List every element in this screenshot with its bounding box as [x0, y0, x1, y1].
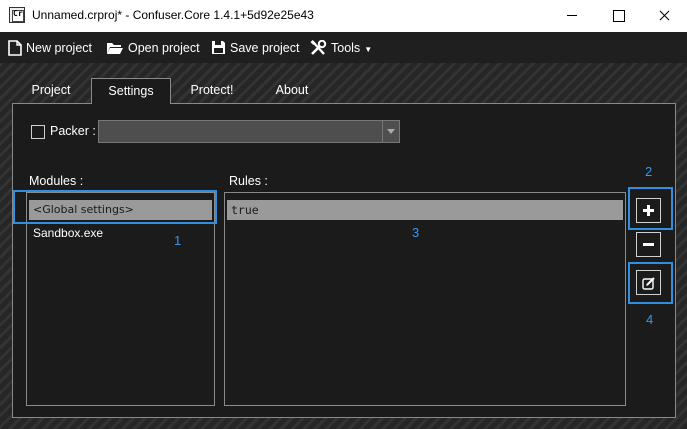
maximize-button[interactable] [595, 0, 641, 32]
annotation-number: 2 [645, 164, 653, 179]
annotation-number: 1 [174, 233, 182, 248]
save-disk-icon [212, 41, 225, 54]
new-project-button[interactable]: New project [8, 32, 92, 63]
dropdown-arrow-icon[interactable] [382, 121, 399, 142]
save-project-button[interactable]: Save project [211, 32, 299, 63]
annotation-number: 3 [412, 225, 420, 240]
tab-protect[interactable]: Protect! [172, 78, 252, 103]
tab-project[interactable]: Project [12, 78, 90, 103]
new-project-label: New project [26, 40, 92, 55]
packer-dropdown[interactable] [98, 120, 400, 143]
remove-rule-button[interactable] [636, 232, 661, 257]
modules-label: Modules : [29, 174, 84, 188]
packer-checkbox[interactable] [31, 125, 45, 139]
close-button[interactable] [641, 0, 687, 32]
tools-icon [310, 39, 327, 55]
tools-caret-icon: ▼ [364, 44, 373, 54]
annotation-box-modules [13, 190, 217, 224]
list-item[interactable]: true [227, 200, 623, 220]
title-bar: Cr Unnamed.crproj* - Confuser.Core 1.4.1… [0, 0, 687, 32]
app-icon-text: Cr [13, 9, 23, 18]
modules-list[interactable]: <Global settings> Sandbox.exe [26, 192, 215, 406]
new-file-icon [8, 39, 22, 56]
settings-panel: Packer : Modules : Rules : <Global setti… [12, 103, 676, 418]
tools-menu[interactable]: Tools ▼ [310, 32, 372, 63]
packer-label: Packer : [50, 124, 96, 138]
list-item[interactable]: Sandbox.exe [29, 223, 212, 243]
open-project-label: Open project [128, 40, 200, 55]
toolbar: New project Open project Save project To… [0, 32, 687, 63]
window-title: Unnamed.crproj* - Confuser.Core 1.4.1+5d… [32, 8, 314, 22]
annotation-box-edit [628, 262, 673, 304]
open-project-button[interactable]: Open project [106, 32, 200, 63]
rules-label: Rules : [229, 174, 268, 188]
annotation-box-add [628, 187, 673, 230]
rules-list[interactable]: true [224, 192, 626, 406]
minimize-button[interactable] [549, 0, 595, 32]
tools-label: Tools [331, 40, 361, 55]
save-project-label: Save project [230, 40, 300, 55]
annotation-number: 4 [646, 312, 654, 327]
tab-about[interactable]: About [252, 78, 332, 103]
app-icon: Cr [9, 7, 25, 23]
tab-settings[interactable]: Settings [91, 78, 171, 104]
open-folder-icon [107, 42, 123, 54]
